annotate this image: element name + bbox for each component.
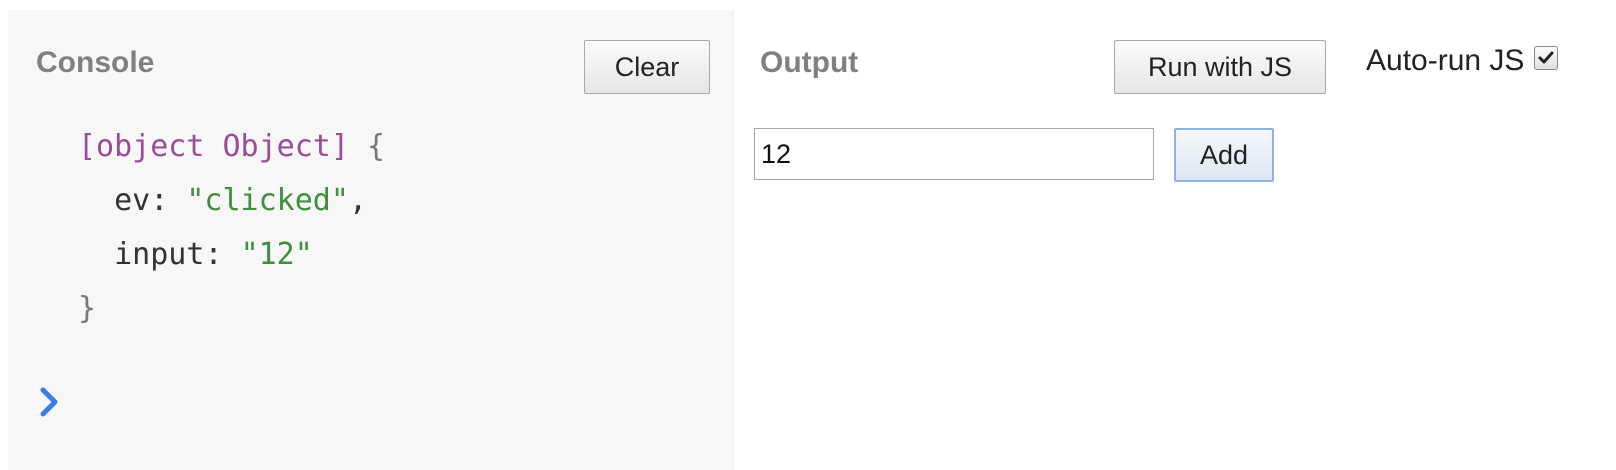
output-title: Output <box>760 46 859 79</box>
auto-run-label: Auto-run JS <box>1366 44 1525 77</box>
clear-button[interactable]: Clear <box>584 40 710 94</box>
log-key-ev: ev <box>114 183 151 218</box>
open-brace: { <box>367 129 386 164</box>
log-key-input: input <box>114 237 205 272</box>
log-value-ev: "clicked" <box>186 183 349 218</box>
close-brace: } <box>78 291 97 326</box>
object-label: [object Object] <box>78 129 349 164</box>
auto-run-toggle[interactable]: Auto-run JS <box>1366 44 1559 78</box>
log-value-input: "12" <box>240 237 313 272</box>
checkmark-icon <box>1538 51 1554 64</box>
log-sep-ev: , <box>348 183 367 218</box>
add-button[interactable]: Add <box>1174 128 1274 182</box>
chevron-right-icon[interactable] <box>36 382 66 422</box>
run-with-js-button[interactable]: Run with JS <box>1114 40 1326 94</box>
auto-run-checkbox[interactable] <box>1534 46 1559 70</box>
number-input[interactable] <box>754 128 1154 180</box>
console-log-entry: [object Object] { ev: "clicked", input: … <box>78 129 386 326</box>
console-title: Console <box>36 46 155 79</box>
console-panel: Console Clear [object Object] { ev: "cli… <box>8 10 734 470</box>
